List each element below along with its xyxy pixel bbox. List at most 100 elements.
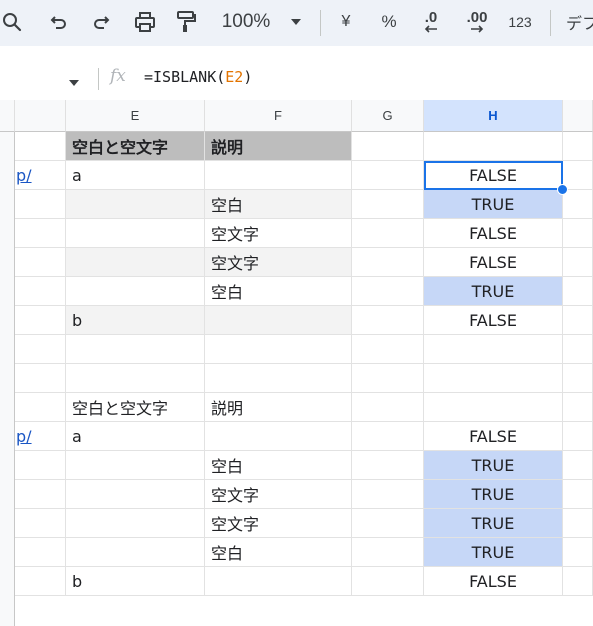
cell-g-row-3[interactable] [352, 161, 424, 190]
cell-d-row-7[interactable] [15, 277, 66, 306]
cell-i-row-10[interactable] [563, 364, 593, 393]
zoom-dropdown-icon[interactable] [284, 0, 308, 44]
cell-i-row-14[interactable] [563, 480, 593, 509]
cell-f-row-4[interactable]: 空白 [205, 190, 352, 219]
cell-e-row-16[interactable] [66, 538, 205, 567]
fill-handle[interactable] [557, 184, 568, 195]
cell-g-row-4[interactable] [352, 190, 424, 219]
cell-h-row-2[interactable] [424, 132, 563, 161]
cell-d-row-15[interactable] [15, 509, 66, 538]
cell-d-row-14[interactable] [15, 480, 66, 509]
column-header-d[interactable] [0, 100, 15, 132]
cell-e-row-10[interactable] [66, 364, 205, 393]
cell-h-row-6[interactable]: FALSE [424, 248, 563, 277]
cell-f-row-10[interactable] [205, 364, 352, 393]
cell-i-row-7[interactable] [563, 277, 593, 306]
cell-i-row-5[interactable] [563, 219, 593, 248]
decrease-decimal-button[interactable]: .0 [416, 0, 446, 44]
cell-i-row-17[interactable] [563, 567, 593, 596]
cell-g-row-12[interactable] [352, 422, 424, 451]
currency-button[interactable]: ¥ [334, 0, 358, 44]
cell-h-row-15[interactable]: TRUE [424, 509, 563, 538]
cell-f-row-11[interactable]: 説明 [205, 393, 352, 422]
cell-h-row-9[interactable] [424, 335, 563, 364]
redo-icon[interactable] [88, 0, 114, 44]
cell-h-row-5[interactable]: FALSE [424, 219, 563, 248]
cell-i-row-2[interactable] [563, 132, 593, 161]
cell-i-row-13[interactable] [563, 451, 593, 480]
cell-d-row-6[interactable] [15, 248, 66, 277]
cell-e-row-4[interactable] [66, 190, 205, 219]
cell-f-row-17[interactable] [205, 567, 352, 596]
cell-d-row-11[interactable] [15, 393, 66, 422]
cell-e-row-6[interactable] [66, 248, 205, 277]
name-box-dropdown-icon[interactable] [68, 72, 80, 91]
column-header-h[interactable]: H [424, 100, 563, 132]
cell-e-row-15[interactable] [66, 509, 205, 538]
cell-g-row-7[interactable] [352, 277, 424, 306]
cell-g-row-6[interactable] [352, 248, 424, 277]
cell-e-row-5[interactable] [66, 219, 205, 248]
cell-g-row-13[interactable] [352, 451, 424, 480]
cell-d-row-9[interactable] [15, 335, 66, 364]
cell-e-row-11[interactable]: 空白と空文字 [66, 393, 205, 422]
cell-d-row-17[interactable] [15, 567, 66, 596]
cell-d-row-8[interactable] [15, 306, 66, 335]
cell-d-row-5[interactable] [15, 219, 66, 248]
cell-h-row-14[interactable]: TRUE [424, 480, 563, 509]
cell-d-row-16[interactable] [15, 538, 66, 567]
cell-g-row-17[interactable] [352, 567, 424, 596]
cell-d-row-10[interactable] [15, 364, 66, 393]
number-format-button[interactable]: 123 [504, 0, 536, 44]
cell-h-row-17[interactable]: FALSE [424, 567, 563, 596]
cell-i-row-4[interactable] [563, 190, 593, 219]
formula-input[interactable]: =ISBLANK(E2) [144, 68, 252, 86]
cell-h-row-10[interactable] [424, 364, 563, 393]
cell-i-row-11[interactable] [563, 393, 593, 422]
cell-f-row-6[interactable]: 空文字 [205, 248, 352, 277]
cell-f-row-5[interactable]: 空文字 [205, 219, 352, 248]
cell-e-row-12[interactable]: a [66, 422, 205, 451]
cell-f-row-14[interactable]: 空文字 [205, 480, 352, 509]
column-header-i[interactable] [563, 100, 593, 132]
column-header-f[interactable]: F [205, 100, 352, 132]
cell-i-row-6[interactable] [563, 248, 593, 277]
cell-f-row-7[interactable]: 空白 [205, 277, 352, 306]
column-header-g[interactable]: G [352, 100, 424, 132]
cell-f-row-16[interactable]: 空白 [205, 538, 352, 567]
cell-e-row-3[interactable]: a [66, 161, 205, 190]
percent-button[interactable]: % [376, 0, 402, 44]
cell-e-row-8[interactable]: b [66, 306, 205, 335]
undo-icon[interactable] [46, 0, 72, 44]
cell-i-row-15[interactable] [563, 509, 593, 538]
cell-f-row-2[interactable]: 説明 [205, 132, 352, 161]
cell-g-row-11[interactable] [352, 393, 424, 422]
zoom-value[interactable]: 100% [216, 0, 276, 44]
cell-h-row-8[interactable]: FALSE [424, 306, 563, 335]
cell-g-row-10[interactable] [352, 364, 424, 393]
cell-g-row-14[interactable] [352, 480, 424, 509]
cell-h-row-4[interactable]: TRUE [424, 190, 563, 219]
cell-f-row-15[interactable]: 空文字 [205, 509, 352, 538]
cell-i-row-3[interactable] [563, 161, 593, 190]
cell-e-row-13[interactable] [66, 451, 205, 480]
cell-link-row-3[interactable]: p/ [15, 161, 66, 190]
cell-d-row-4[interactable] [15, 190, 66, 219]
cell-f-row-3[interactable] [205, 161, 352, 190]
cell-h-row-11[interactable] [424, 393, 563, 422]
cell-f-row-13[interactable]: 空白 [205, 451, 352, 480]
cell-f-row-12[interactable] [205, 422, 352, 451]
cell-i-row-9[interactable] [563, 335, 593, 364]
cell-h-row-16[interactable]: TRUE [424, 538, 563, 567]
cell-i-row-12[interactable] [563, 422, 593, 451]
cell-f-row-9[interactable] [205, 335, 352, 364]
cell-d-row-2[interactable] [15, 132, 66, 161]
column-header-partial[interactable] [15, 100, 66, 132]
cell-g-row-2[interactable] [352, 132, 424, 161]
cell-i-row-16[interactable] [563, 538, 593, 567]
cell-g-row-16[interactable] [352, 538, 424, 567]
cell-e-row-17[interactable]: b [66, 567, 205, 596]
cell-e-row-9[interactable] [66, 335, 205, 364]
cell-e-row-2[interactable]: 空白と空文字 [66, 132, 205, 161]
column-header-e[interactable]: E [66, 100, 205, 132]
